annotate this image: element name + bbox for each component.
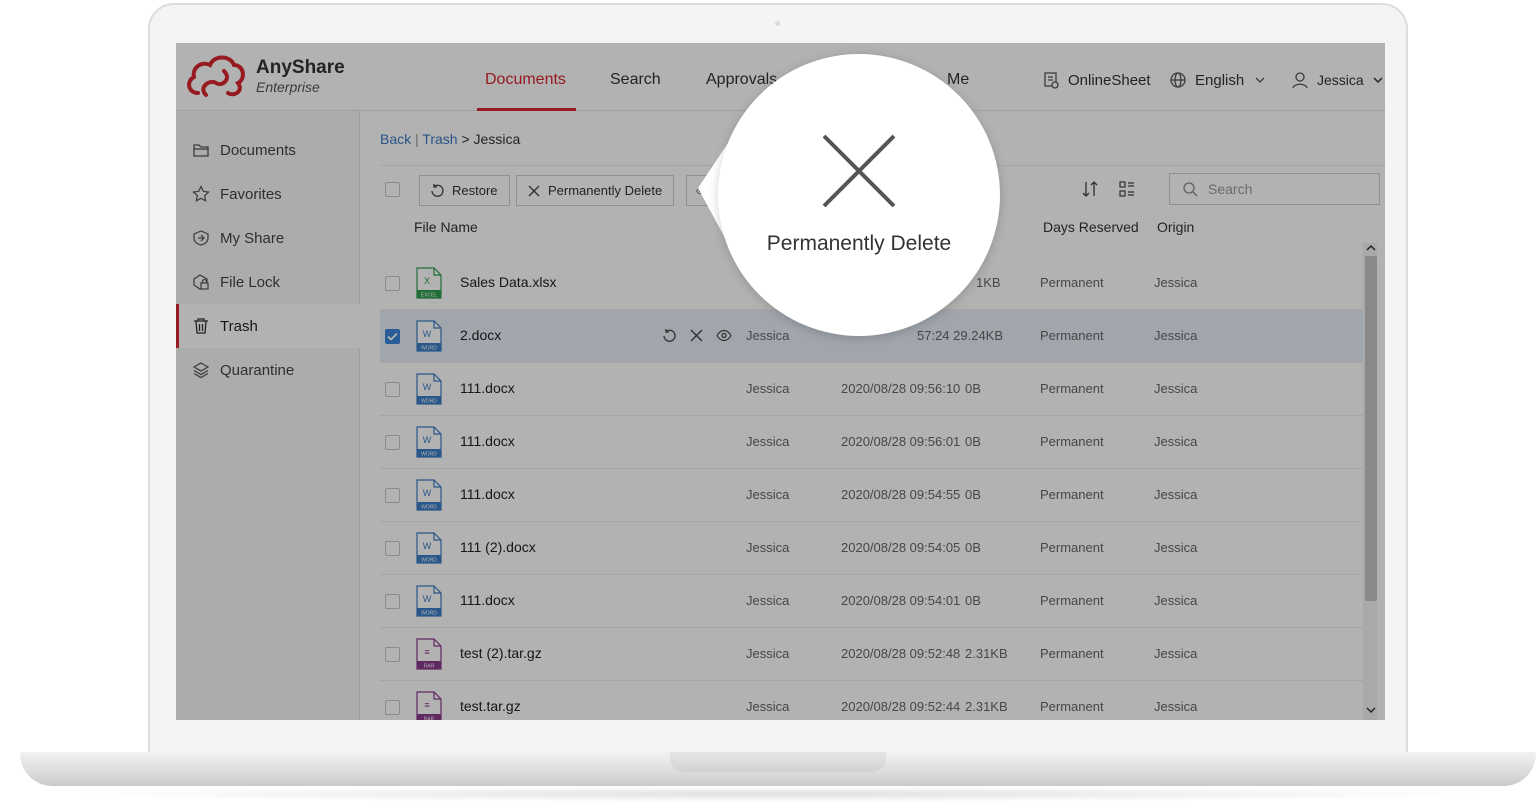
close-icon xyxy=(822,134,896,208)
permanently-delete-callout: Permanently Delete xyxy=(718,54,1000,336)
callout-label: Permanently Delete xyxy=(766,232,952,255)
laptop-mockup: AnyShare Enterprise Documents Search App… xyxy=(0,0,1540,812)
